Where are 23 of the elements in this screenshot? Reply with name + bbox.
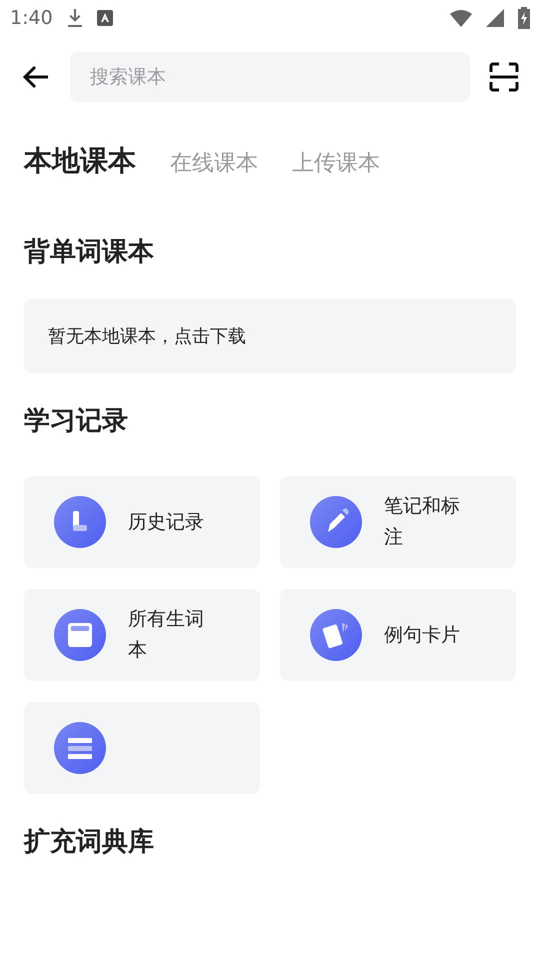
pencil-icon: [310, 496, 362, 548]
tab[interactable]: 本地课本: [24, 142, 136, 180]
status-time: 1:40: [10, 7, 53, 29]
list-icon: [54, 722, 106, 774]
feature-card[interactable]: 所有生词本: [24, 589, 260, 681]
search-field[interactable]: 搜索课本: [70, 52, 470, 102]
card-icon: [310, 609, 362, 661]
feature-card[interactable]: 笔记和标注: [280, 476, 516, 568]
download-icon: [66, 8, 83, 28]
feature-card[interactable]: 历史记录: [24, 476, 260, 568]
clock-icon: [54, 496, 106, 548]
empty-notice[interactable]: 暂无本地课本，点击下载: [24, 299, 516, 373]
notebook-icon: [54, 609, 106, 661]
battery-icon: [518, 7, 530, 29]
section-title: 扩充词典库: [22, 826, 155, 859]
feature-card[interactable]: [24, 702, 260, 794]
section-title: 背单词课本: [22, 236, 155, 269]
wifi-icon: [450, 9, 472, 27]
feature-card[interactable]: 例句卡片: [280, 589, 516, 681]
font-icon: [96, 10, 113, 26]
scan-button[interactable]: [488, 61, 520, 93]
signal-icon: [486, 9, 504, 27]
section-title: 学习记录: [23, 405, 129, 438]
